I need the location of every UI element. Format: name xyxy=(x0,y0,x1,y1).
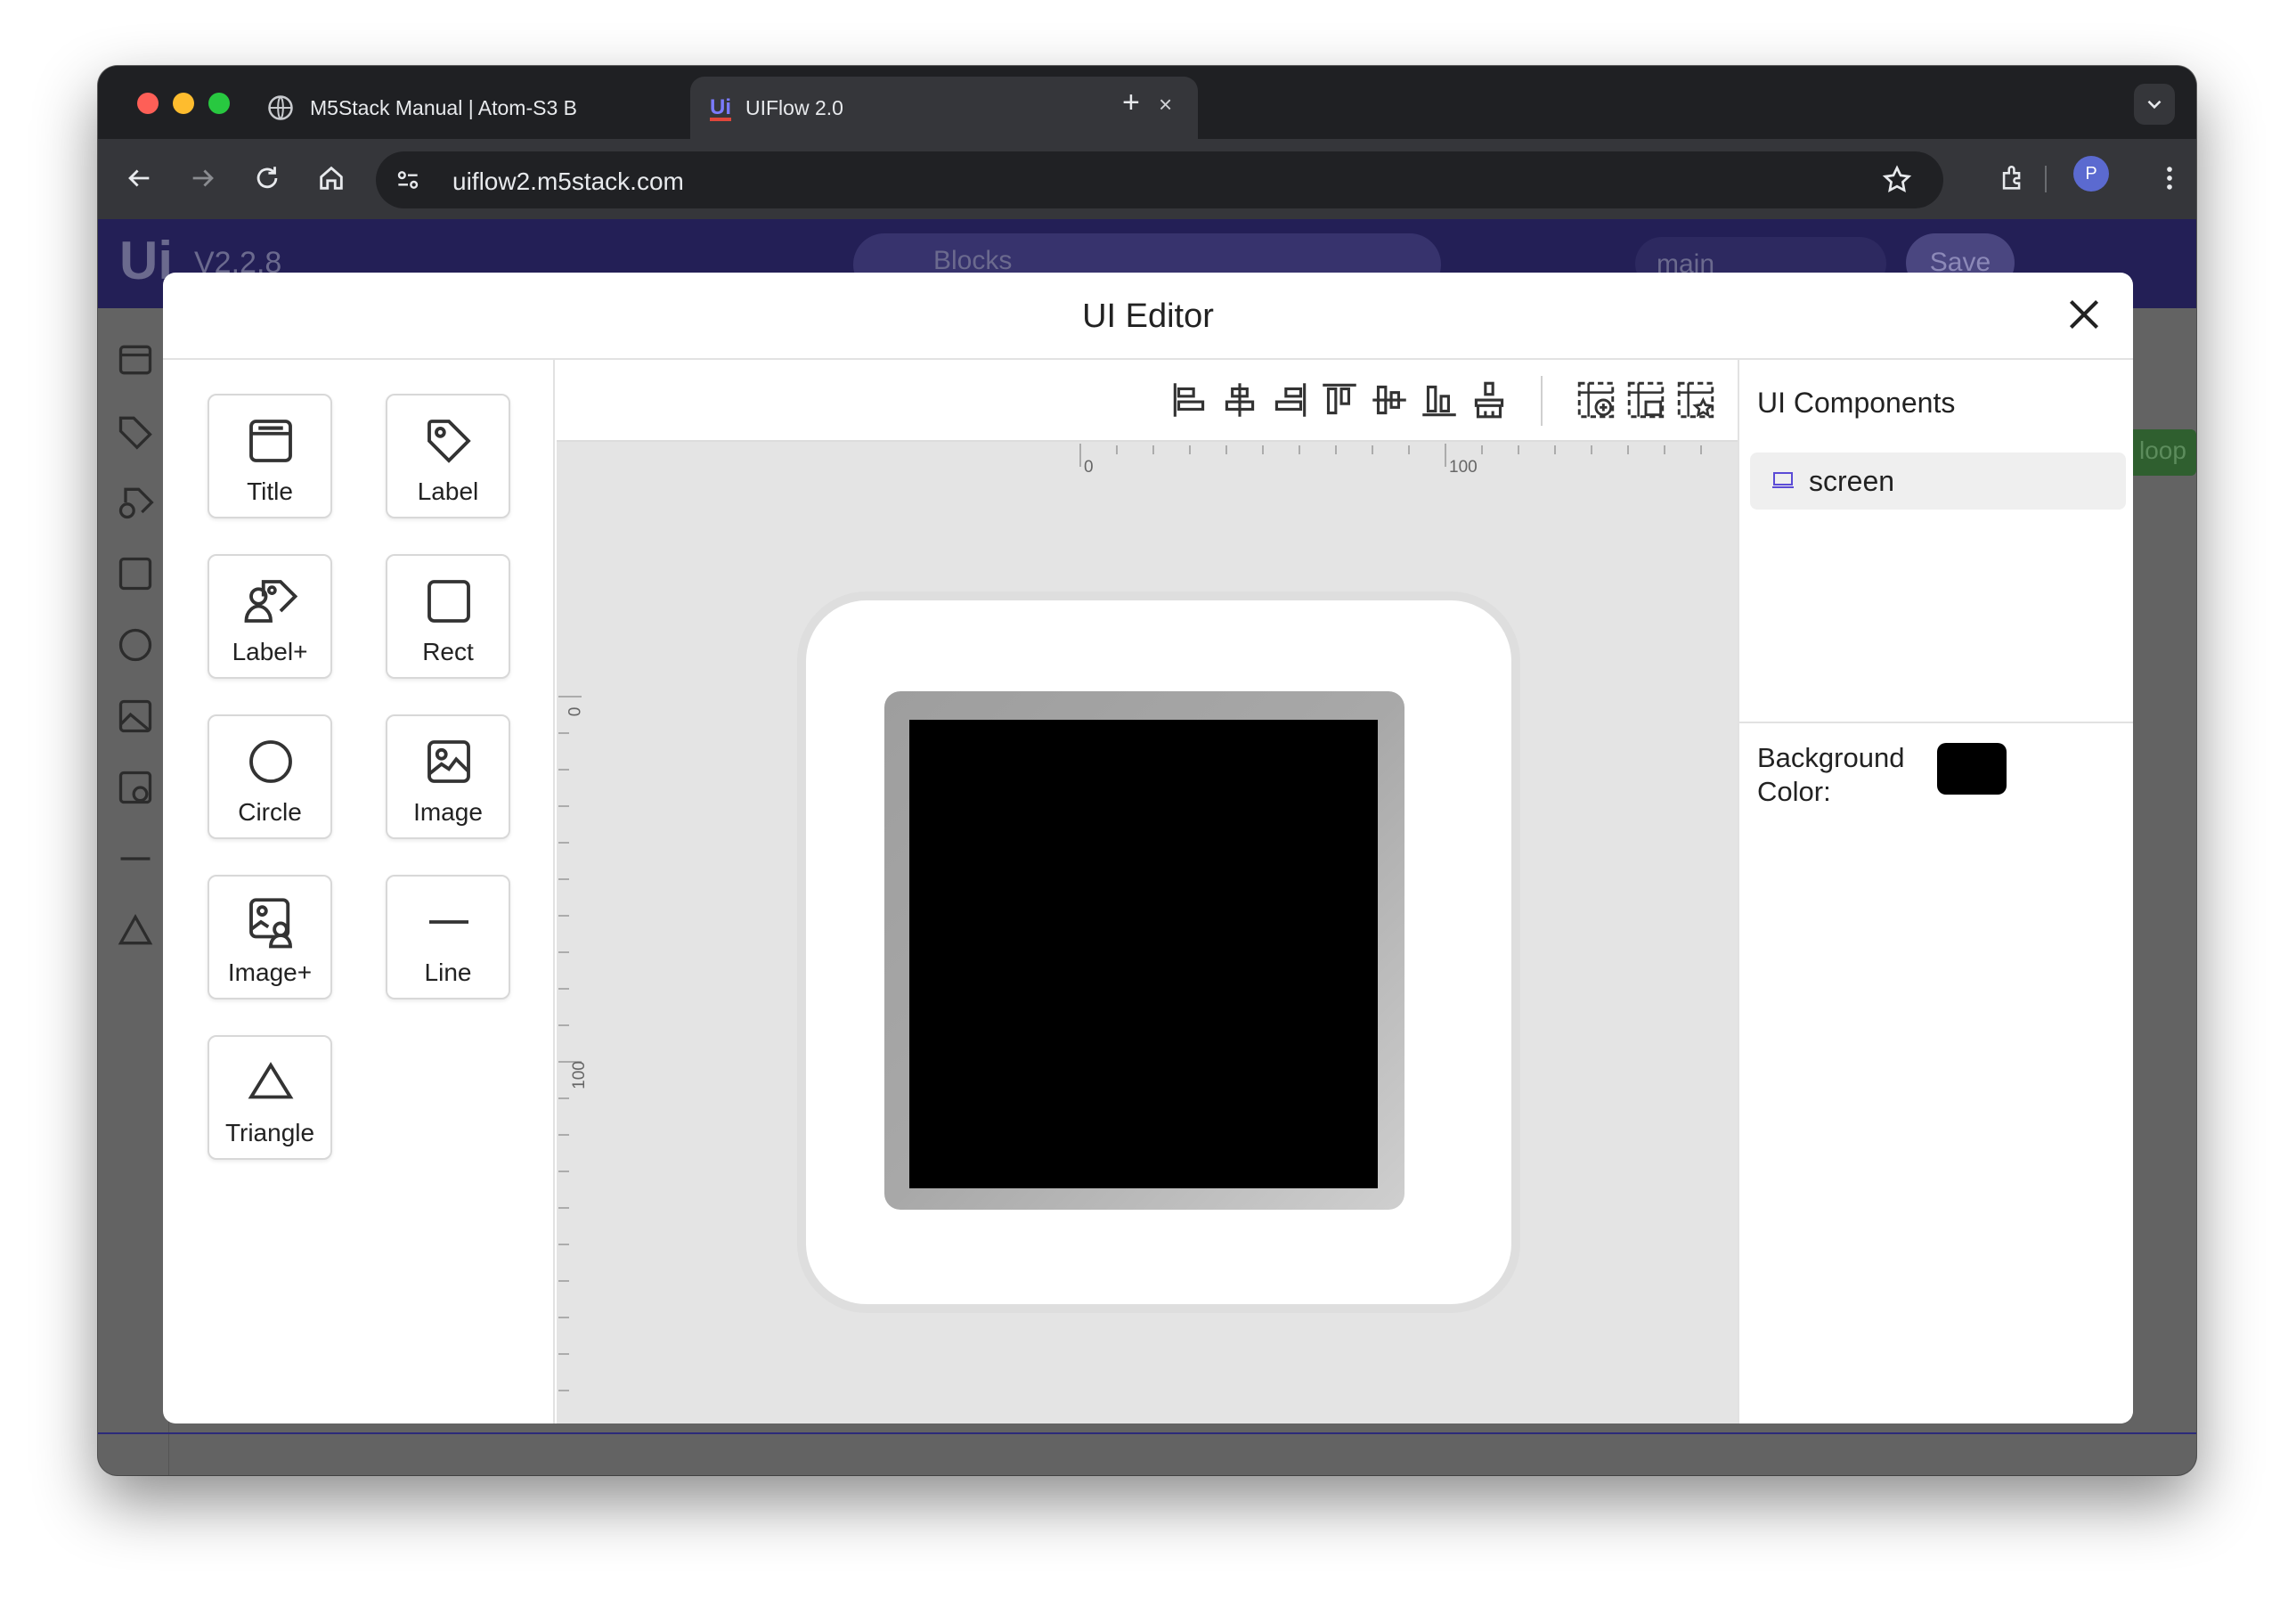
align-right-icon[interactable] xyxy=(1267,378,1312,422)
reload-icon[interactable] xyxy=(251,162,283,194)
app-sidebar xyxy=(98,308,169,1475)
site-settings-icon[interactable] xyxy=(394,166,422,194)
component-label: screen xyxy=(1809,465,1895,497)
modal-title: UI Editor xyxy=(1082,298,1214,335)
tab-search-button[interactable] xyxy=(2134,84,2175,125)
clear-brush-icon[interactable] xyxy=(1467,378,1511,422)
background-color-label: Background Color: xyxy=(1757,742,1905,807)
app-bottom-border xyxy=(98,1432,2196,1434)
close-tab-icon[interactable]: × xyxy=(1159,91,1172,118)
component-label: Label+ xyxy=(232,638,308,665)
close-window-button[interactable] xyxy=(137,93,159,114)
label-plus-icon[interactable] xyxy=(116,483,155,522)
component-item-screen[interactable]: screen xyxy=(1750,453,2126,510)
ruler-label: 0 xyxy=(566,706,585,717)
uiflow-favicon-icon: Ui xyxy=(708,93,735,123)
tab-strip: M5Stack Manual | Atom-S3 B × Ui UIFlow 2… xyxy=(98,66,2196,139)
add-triangle-button[interactable]: Triangle xyxy=(208,1035,332,1160)
toolbar-divider xyxy=(2045,166,2047,192)
title-icon xyxy=(241,412,300,470)
add-image-plus-button[interactable]: Image+ xyxy=(208,875,332,999)
component-label: Title xyxy=(247,477,293,505)
title-icon[interactable] xyxy=(116,340,155,379)
panel-divider xyxy=(1739,722,2133,723)
circle-icon xyxy=(241,732,300,791)
component-palette: Title Label Label+ Rect Circle Image Ima… xyxy=(163,360,555,1423)
more-menu-icon[interactable] xyxy=(2154,162,2186,194)
add-image-button[interactable]: Image xyxy=(386,714,510,839)
home-icon[interactable] xyxy=(315,162,347,194)
alignment-toolbar xyxy=(557,360,1738,442)
component-label: Rect xyxy=(422,638,474,665)
component-label: Image xyxy=(413,798,483,826)
screen-icon xyxy=(1771,470,1795,490)
components-title: UI Components xyxy=(1757,387,1956,419)
tag-icon[interactable] xyxy=(116,412,155,451)
modal-header: UI Editor xyxy=(163,273,2133,360)
ui-editor-modal: UI Editor Title Label Label+ Rect Circle xyxy=(163,273,2133,1423)
tab-title: UIFlow 2.0 xyxy=(745,96,843,119)
line-icon xyxy=(419,893,478,951)
app-blocks-tab[interactable]: Blocks xyxy=(933,246,1012,276)
add-line-button[interactable]: Line xyxy=(386,875,510,999)
url-text: uiflow2.m5stack.com xyxy=(452,167,684,195)
bookmark-star-icon[interactable] xyxy=(1881,164,1913,196)
browser-toolbar: uiflow2.m5stack.com xyxy=(98,139,2196,219)
minimize-window-button[interactable] xyxy=(173,93,194,114)
svg-text:Ui: Ui xyxy=(710,95,731,119)
component-label: Line xyxy=(424,958,472,986)
ruler-label: 0 xyxy=(1084,458,1094,477)
align-center-h-icon[interactable] xyxy=(1217,378,1262,422)
new-tab-button[interactable]: + xyxy=(1122,86,1140,120)
line-icon[interactable] xyxy=(116,839,155,878)
rect-icon[interactable] xyxy=(116,554,155,593)
horizontal-ruler: 0 100 200 xyxy=(557,442,1843,477)
design-canvas-area: 0 100 200 0 100 xyxy=(557,360,1843,1423)
device-screen[interactable] xyxy=(909,720,1378,1188)
ruler-label: 100 xyxy=(1449,458,1478,477)
toolbar-separator xyxy=(1541,376,1543,426)
component-label: Image+ xyxy=(227,958,313,986)
properties-panel: UI Components screen Background Color: xyxy=(1738,360,2133,1423)
close-icon[interactable] xyxy=(2062,292,2106,337)
image-plus-icon[interactable] xyxy=(116,768,155,807)
vertical-ruler: 0 100 xyxy=(557,477,592,1423)
align-middle-v-icon[interactable] xyxy=(1367,378,1412,422)
add-circle-button[interactable]: Circle xyxy=(208,714,332,839)
add-label-plus-button[interactable]: Label+ xyxy=(208,554,332,679)
ruler-label: 100 xyxy=(569,1061,589,1089)
app-loop-block[interactable]: loop xyxy=(2129,429,2196,476)
page-star-icon[interactable] xyxy=(1673,378,1718,422)
component-label: Label xyxy=(417,477,479,505)
circle-icon[interactable] xyxy=(116,625,155,665)
add-page-icon[interactable] xyxy=(1574,378,1618,422)
component-label: Circle xyxy=(238,798,302,826)
tag-icon xyxy=(419,412,478,470)
align-left-icon[interactable] xyxy=(1168,378,1212,422)
label-plus-icon xyxy=(241,572,300,631)
device-bezel xyxy=(884,691,1404,1210)
triangle-icon xyxy=(241,1053,300,1112)
maximize-window-button[interactable] xyxy=(208,93,230,114)
tab-title: M5Stack Manual | Atom-S3 B xyxy=(310,96,577,119)
background-color-swatch[interactable] xyxy=(1937,743,2007,795)
page-settings-icon[interactable] xyxy=(1624,378,1668,422)
image-plus-icon xyxy=(241,893,300,951)
align-bottom-icon[interactable] xyxy=(1417,378,1461,422)
address-bar[interactable]: uiflow2.m5stack.com xyxy=(376,151,1943,208)
triangle-icon[interactable] xyxy=(116,910,155,950)
add-rect-button[interactable]: Rect xyxy=(386,554,510,679)
profile-avatar[interactable]: P xyxy=(2073,156,2109,192)
rect-icon xyxy=(419,572,478,631)
image-icon[interactable] xyxy=(116,697,155,736)
globe-icon xyxy=(267,94,294,121)
image-icon xyxy=(419,732,478,791)
add-title-button[interactable]: Title xyxy=(208,394,332,518)
component-label: Triangle xyxy=(224,1119,315,1146)
extensions-icon[interactable] xyxy=(1997,162,2029,194)
add-label-button[interactable]: Label xyxy=(386,394,510,518)
back-arrow-icon[interactable] xyxy=(123,162,155,194)
align-top-icon[interactable] xyxy=(1317,378,1362,422)
forward-arrow-icon[interactable] xyxy=(187,162,219,194)
